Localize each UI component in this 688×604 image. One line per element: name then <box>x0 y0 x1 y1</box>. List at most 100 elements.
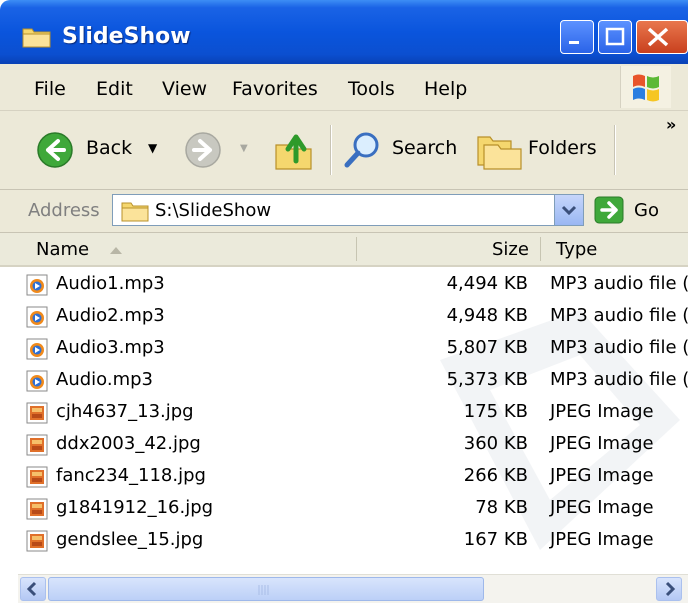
up-folder-icon <box>275 134 312 170</box>
scroll-left-button[interactable] <box>20 577 46 601</box>
file-type: MP3 audio file ( <box>550 305 688 326</box>
chevron-down-icon <box>561 205 577 216</box>
file-type: JPEG Image <box>550 401 654 422</box>
mp3-file-icon <box>26 338 48 360</box>
menu-help[interactable]: Help <box>424 78 467 100</box>
forward-dropdown-icon[interactable]: ▼ <box>240 143 248 154</box>
jpeg-file-icon <box>26 434 48 456</box>
jpeg-file-icon <box>26 530 48 552</box>
search-label: Search <box>392 137 458 159</box>
go-arrow-icon <box>594 196 624 224</box>
file-type: MP3 audio file ( <box>550 337 688 358</box>
folders-icon <box>477 136 522 170</box>
address-label: Address <box>28 200 100 221</box>
file-size: 266 KB <box>463 465 528 486</box>
folders-button[interactable]: Folders <box>474 123 604 177</box>
address-dropdown-button[interactable] <box>554 195 583 225</box>
forward-button[interactable]: ▼ <box>178 123 258 177</box>
up-folder-button[interactable] <box>270 123 320 177</box>
file-name: ddx2003_42.jpg <box>56 433 201 454</box>
folder-icon <box>22 28 51 48</box>
file-row[interactable]: Audio2.mp3 4,948 KB MP3 audio file ( <box>0 300 688 332</box>
toolbar-separator <box>330 125 332 175</box>
file-name: Audio2.mp3 <box>56 305 165 326</box>
close-icon <box>647 27 669 47</box>
maximize-icon <box>605 27 625 46</box>
back-arrow-icon <box>37 132 73 168</box>
mp3-file-icon <box>26 306 48 328</box>
close-button[interactable] <box>636 20 688 54</box>
column-separator[interactable] <box>540 237 541 261</box>
file-size: 4,494 KB <box>446 273 528 294</box>
address-field[interactable]: S:\SlideShow <box>112 194 584 226</box>
windows-flag-icon <box>633 74 659 102</box>
horizontal-scrollbar[interactable] <box>18 574 688 603</box>
file-row[interactable]: gendslee_15.jpg 167 KB JPEG Image <box>0 524 688 556</box>
folder-icon <box>121 202 149 222</box>
file-size: 4,948 KB <box>446 305 528 326</box>
list-header: Name Size Type <box>0 233 688 267</box>
minimize-button[interactable] <box>560 20 594 54</box>
jpeg-file-icon <box>26 466 48 488</box>
file-type: JPEG Image <box>550 465 654 486</box>
toolbar-overflow-chevron[interactable]: » <box>666 115 676 134</box>
file-type: JPEG Image <box>550 433 654 454</box>
file-row[interactable]: cjh4637_13.jpg 175 KB JPEG Image <box>0 396 688 428</box>
file-type: MP3 audio file ( <box>550 369 688 390</box>
column-header-size[interactable]: Size <box>492 239 529 260</box>
address-value: S:\SlideShow <box>155 200 272 221</box>
column-header-type[interactable]: Type <box>556 239 597 260</box>
windows-logo <box>620 66 671 108</box>
search-button[interactable]: Search <box>340 123 460 177</box>
chevron-left-icon <box>26 581 37 597</box>
file-size: 167 KB <box>463 529 528 550</box>
file-name: Audio1.mp3 <box>56 273 165 294</box>
scroll-right-button[interactable] <box>656 577 682 601</box>
address-bar: Address S:\SlideShow Go <box>0 190 688 233</box>
grip-icon <box>258 585 269 595</box>
sort-ascending-icon <box>110 247 122 254</box>
window-title: SlideShow <box>62 24 191 49</box>
menu-edit[interactable]: Edit <box>96 78 133 100</box>
toolbar-separator <box>614 125 616 175</box>
file-size: 360 KB <box>463 433 528 454</box>
toolbar: Back ▼ ▼ Search Folders » <box>0 111 688 190</box>
menu-file[interactable]: File <box>34 78 66 100</box>
file-name: Audio.mp3 <box>56 369 153 390</box>
search-icon <box>344 132 379 168</box>
go-label: Go <box>634 200 659 221</box>
title-bar[interactable]: SlideShow <box>0 0 688 64</box>
back-button[interactable]: Back ▼ <box>30 123 170 177</box>
file-row[interactable]: g1841912_16.jpg 78 KB JPEG Image <box>0 492 688 524</box>
file-size: 78 KB <box>475 497 528 518</box>
file-row[interactable]: Audio3.mp3 5,807 KB MP3 audio file ( <box>0 332 688 364</box>
menu-view[interactable]: View <box>162 78 207 100</box>
file-row[interactable]: ddx2003_42.jpg 360 KB JPEG Image <box>0 428 688 460</box>
column-separator[interactable] <box>356 237 357 261</box>
column-header-name[interactable]: Name <box>36 239 89 260</box>
file-size: 175 KB <box>463 401 528 422</box>
file-row[interactable]: Audio.mp3 5,373 KB MP3 audio file ( <box>0 364 688 396</box>
file-size: 5,807 KB <box>446 337 528 358</box>
scrollbar-thumb[interactable] <box>48 577 484 601</box>
folders-label: Folders <box>528 137 597 159</box>
chevron-right-icon <box>665 581 676 597</box>
maximize-button[interactable] <box>598 20 632 54</box>
file-type: JPEG Image <box>550 529 654 550</box>
file-row[interactable]: fanc234_118.jpg 266 KB JPEG Image <box>0 460 688 492</box>
menu-favorites[interactable]: Favorites <box>232 78 318 100</box>
file-name: fanc234_118.jpg <box>56 465 206 486</box>
file-type: MP3 audio file ( <box>550 273 688 294</box>
file-list: Audio1.mp3 4,494 KB MP3 audio file ( Aud… <box>0 268 688 568</box>
back-label: Back <box>86 137 133 159</box>
mp3-file-icon <box>26 370 48 392</box>
menu-tools[interactable]: Tools <box>348 78 395 100</box>
file-name: cjh4637_13.jpg <box>56 401 194 422</box>
back-dropdown-icon[interactable]: ▼ <box>148 141 157 155</box>
forward-arrow-icon <box>185 132 221 168</box>
jpeg-file-icon <box>26 402 48 424</box>
jpeg-file-icon <box>26 498 48 520</box>
explorer-window: SlideShow File Edit View Favorites Tools… <box>0 0 688 604</box>
file-row[interactable]: Audio1.mp3 4,494 KB MP3 audio file ( <box>0 268 688 300</box>
file-type: JPEG Image <box>550 497 654 518</box>
